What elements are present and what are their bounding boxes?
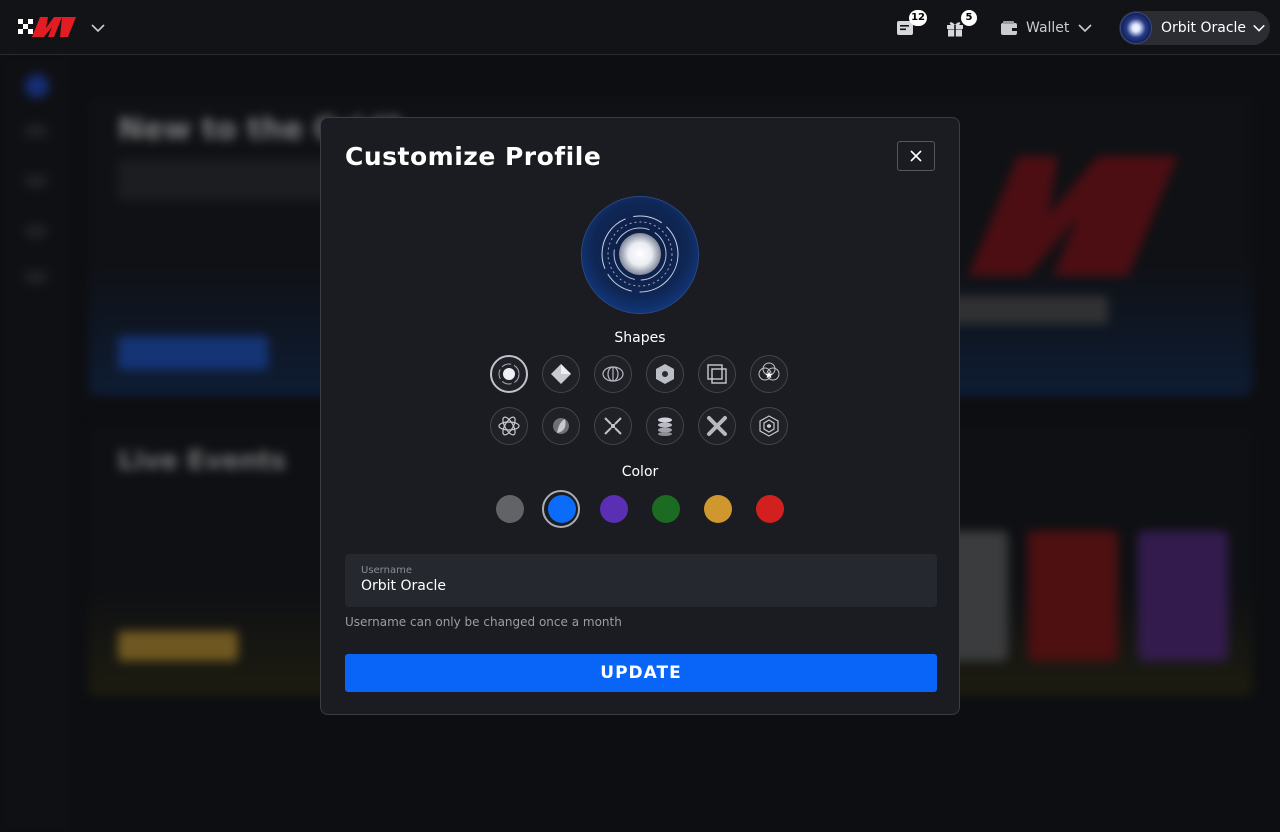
wallet-icon xyxy=(1001,21,1017,35)
gifts-badge: 5 xyxy=(961,10,977,26)
stack-icon xyxy=(658,417,672,436)
hexagon-icon xyxy=(656,364,674,384)
update-button[interactable]: UPDATE xyxy=(345,654,937,692)
sidebar xyxy=(0,56,72,832)
moon-icon xyxy=(553,418,569,434)
customize-profile-modal: Customize Profile Shapes Color Username … xyxy=(320,117,960,715)
gifts-button[interactable]: 5 xyxy=(945,10,977,40)
shape-stack[interactable] xyxy=(646,407,684,445)
shape-moon[interactable] xyxy=(542,407,580,445)
shape-layers[interactable] xyxy=(698,355,736,393)
chevron-down-icon xyxy=(1078,24,1092,33)
wallet-dropdown[interactable]: Wallet xyxy=(1000,17,1093,39)
color-swatch-gray[interactable] xyxy=(496,495,524,523)
sidebar-item xyxy=(25,74,49,98)
sidebar-item xyxy=(25,224,47,238)
shape-hexagon[interactable] xyxy=(646,355,684,393)
notifications-button[interactable]: 12 xyxy=(895,10,927,40)
layers-icon xyxy=(707,364,727,384)
color-swatch-green[interactable] xyxy=(652,495,680,523)
hero-logo-icon xyxy=(968,156,1178,276)
shape-orbit[interactable] xyxy=(490,355,528,393)
shape-cube[interactable] xyxy=(750,407,788,445)
sidebar-item xyxy=(25,124,47,138)
avatar-preview xyxy=(582,197,698,313)
hero-text xyxy=(948,296,1108,324)
shape-diamond[interactable] xyxy=(542,355,580,393)
username-label: Username xyxy=(361,565,412,576)
close-button[interactable] xyxy=(897,141,935,171)
username-hint: Username can only be changed once a mont… xyxy=(345,615,622,629)
cross-pattern-icon xyxy=(604,417,622,435)
shape-x[interactable] xyxy=(698,407,736,445)
x-icon xyxy=(707,416,727,436)
close-icon xyxy=(910,150,922,162)
user-menu[interactable]: Orbit Oracle xyxy=(1119,11,1270,45)
shape-cross-pattern[interactable] xyxy=(594,407,632,445)
username-input[interactable] xyxy=(361,578,921,594)
event-card xyxy=(1028,531,1118,661)
orbit-icon xyxy=(601,215,679,293)
cube-icon xyxy=(759,415,779,437)
color-label: Color xyxy=(621,464,659,480)
user-name: Orbit Oracle xyxy=(1161,20,1247,36)
color-swatch-red[interactable] xyxy=(756,495,784,523)
sphere-icon xyxy=(602,366,624,382)
diamond-icon xyxy=(551,364,571,384)
modal-title: Customize Profile xyxy=(345,142,602,171)
events-button xyxy=(118,631,238,661)
sidebar-item xyxy=(25,174,47,188)
shape-atom[interactable] xyxy=(490,407,528,445)
m1-logo-icon[interactable] xyxy=(18,16,80,38)
notifications-badge: 12 xyxy=(909,10,927,26)
event-card xyxy=(1138,531,1228,661)
chevron-down-icon[interactable] xyxy=(90,20,106,36)
atom-icon xyxy=(498,416,520,436)
orbit-icon xyxy=(498,363,520,385)
color-swatch-purple[interactable] xyxy=(600,495,628,523)
wallet-label: Wallet xyxy=(1026,20,1070,36)
shape-starburst[interactable] xyxy=(750,355,788,393)
starburst-icon xyxy=(758,362,780,381)
avatar xyxy=(1121,13,1151,43)
username-field[interactable]: Username xyxy=(345,554,937,607)
shapes-label: Shapes xyxy=(614,330,666,346)
sidebar-item xyxy=(25,270,47,284)
shape-sphere[interactable] xyxy=(594,355,632,393)
color-swatch-gold[interactable] xyxy=(704,495,732,523)
hero-button xyxy=(118,336,268,370)
chevron-down-icon xyxy=(1253,24,1265,32)
events-title: Live Events xyxy=(118,446,286,476)
top-bar: 12 5 Wallet Orbit Oracle xyxy=(0,0,1280,55)
color-swatch-blue[interactable] xyxy=(548,495,576,523)
